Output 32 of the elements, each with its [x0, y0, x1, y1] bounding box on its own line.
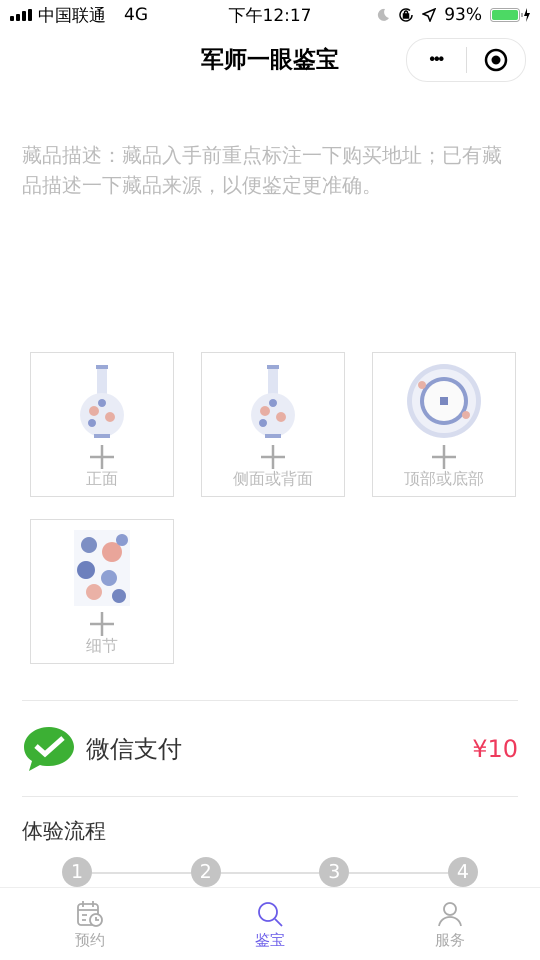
tab-item[interactable]: 预约 — [0, 888, 180, 960]
network-type: 4G — [124, 5, 148, 25]
calendar-clock-icon — [75, 898, 105, 928]
step-number: 4 — [448, 857, 478, 887]
rotation-lock-icon — [398, 7, 414, 23]
carrier-name: 中国联通 — [38, 4, 106, 26]
status-time: 下午12:17 — [228, 4, 312, 26]
photo-upload-slot[interactable]: 正面 — [30, 352, 174, 497]
step-number: 3 — [319, 857, 350, 887]
tab-item[interactable]: 服务 — [360, 888, 540, 960]
more-button[interactable]: ••• — [407, 39, 466, 81]
plus-icon — [432, 445, 456, 469]
tab-item[interactable]: 鉴宝 — [180, 888, 360, 960]
step-number: 1 — [62, 857, 92, 887]
step-number: 2 — [190, 857, 221, 887]
photo-upload-slot[interactable]: 侧面或背面 — [201, 352, 345, 497]
photo-upload-slot[interactable]: 顶部或底部 — [372, 352, 516, 497]
price: ¥10 — [472, 734, 518, 762]
battery-charging-icon — [490, 7, 530, 23]
wechat-pay-icon — [22, 724, 76, 772]
moon-icon — [376, 8, 390, 22]
target-icon — [484, 48, 508, 72]
signal-icon — [10, 9, 32, 21]
battery-percent: 93% — [444, 5, 482, 25]
photo-upload-slot[interactable]: 细节 — [30, 519, 174, 664]
plus-icon — [90, 612, 114, 636]
plus-icon — [90, 445, 114, 469]
page-title: 军师一眼鉴宝 — [201, 46, 339, 74]
process-title: 体验流程 — [21, 818, 107, 845]
payment-method: 微信支付 — [86, 734, 183, 764]
location-arrow-icon — [422, 8, 436, 22]
plus-icon — [261, 445, 285, 469]
